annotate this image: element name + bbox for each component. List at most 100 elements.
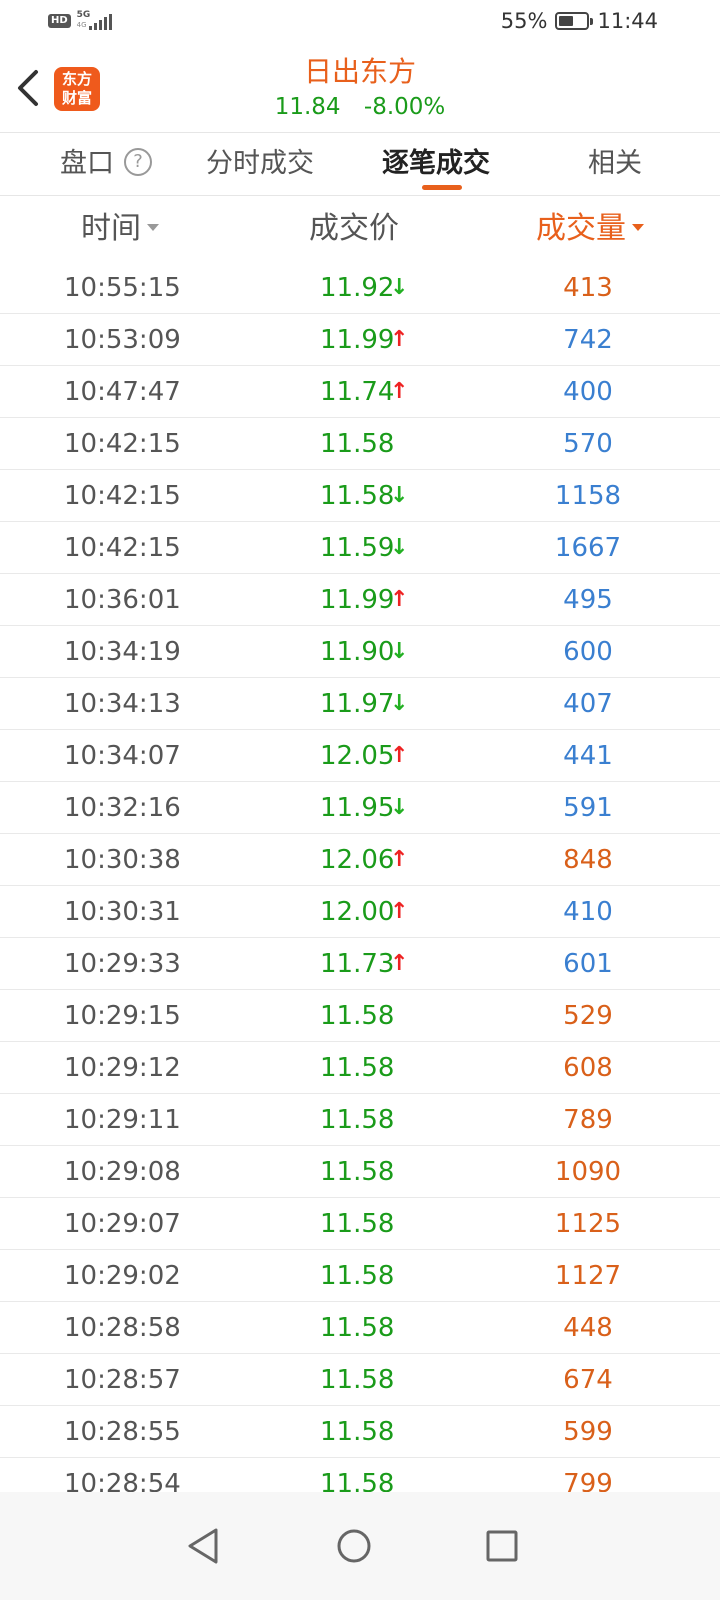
trade-time: 10:47:47	[64, 377, 181, 407]
arrow-down-icon: ↓	[390, 535, 409, 560]
trade-price: 11.58	[320, 418, 394, 470]
trade-volume: 1158	[554, 481, 622, 511]
trade-time: 10:29:12	[64, 1053, 181, 1083]
trade-time: 10:34:19	[64, 637, 181, 667]
trade-price: 11.58	[320, 1146, 394, 1198]
trade-time: 10:28:58	[64, 1313, 181, 1343]
table-row[interactable]: 10:29:12 11.58 608	[0, 1042, 720, 1094]
trade-price-value: 11.58	[320, 1053, 395, 1083]
trade-price: 11.58	[320, 1042, 394, 1094]
trade-price-value: 11.99	[320, 325, 395, 355]
trade-price: 11.58	[320, 1354, 394, 1406]
table-row[interactable]: 10:29:15 11.58 529	[0, 990, 720, 1042]
table-row[interactable]: 10:29:11 11.58 789	[0, 1094, 720, 1146]
table-row[interactable]: 10:29:07 11.58 1125	[0, 1198, 720, 1250]
stock-price: 11.84	[274, 94, 341, 120]
table-row[interactable]: 10:28:58 11.58 448	[0, 1302, 720, 1354]
trade-time: 10:28:55	[64, 1417, 181, 1447]
stock-quote: 11.84 -8.00%	[0, 94, 720, 120]
trade-price-value: 11.58	[320, 1261, 395, 1291]
trade-price-value: 12.05	[320, 741, 395, 771]
nav-home-button[interactable]	[332, 1524, 376, 1568]
table-row[interactable]: 10:42:15 11.59 ↓ 1667	[0, 522, 720, 574]
table-row[interactable]: 10:55:15 11.92 ↓ 413	[0, 262, 720, 314]
clock: 11:44	[597, 9, 658, 33]
table-row[interactable]: 10:32:16 11.95 ↓ 591	[0, 782, 720, 834]
status-left: HD 5G 4G	[48, 10, 112, 32]
trade-volume: 410	[563, 897, 613, 927]
trade-price: 11.58	[320, 1406, 394, 1458]
column-header-time[interactable]: 时间	[40, 196, 200, 262]
help-icon[interactable]: ?	[124, 147, 152, 176]
trade-price: 11.58	[320, 1302, 394, 1354]
battery-icon	[555, 12, 594, 30]
table-row[interactable]: 10:36:01 11.99 ↑ 495	[0, 574, 720, 626]
table-row[interactable]: 10:47:47 11.74 ↑ 400	[0, 366, 720, 418]
table-row[interactable]: 10:53:09 11.99 ↑ 742	[0, 314, 720, 366]
trade-volume: 608	[563, 1053, 613, 1083]
signal-icon	[88, 14, 112, 30]
trade-price: 11.73 ↑	[320, 938, 408, 990]
trade-time: 10:34:13	[64, 689, 181, 719]
table-row[interactable]: 10:34:19 11.90 ↓ 600	[0, 626, 720, 678]
battery-percent: 55%	[500, 9, 548, 33]
nav-recents-button[interactable]	[480, 1524, 524, 1568]
trade-price-value: 12.00	[320, 897, 395, 927]
trade-list[interactable]: 10:55:15 11.92 ↓ 413 10:53:09 11.99 ↑ 742 10:47:…	[0, 262, 720, 1510]
trade-price: 11.58	[320, 990, 394, 1042]
hd-badge: HD	[48, 14, 71, 28]
trade-volume: 448	[563, 1313, 613, 1343]
trade-price: 12.00 ↑	[320, 886, 408, 938]
table-row[interactable]: 10:42:15 11.58 ↓ 1158	[0, 470, 720, 522]
triangle-back-icon	[188, 1528, 218, 1564]
column-header-volume-label: 成交量	[536, 211, 626, 246]
trade-volume: 441	[563, 741, 613, 771]
network-indicator: 5G 4G	[77, 10, 112, 32]
trade-time: 10:30:31	[64, 897, 181, 927]
trade-price-value: 11.58	[320, 1105, 395, 1135]
table-row[interactable]: 10:42:15 11.58 570	[0, 418, 720, 470]
trade-volume: 1090	[554, 1157, 622, 1187]
trade-price: 11.59 ↓	[320, 522, 408, 574]
trade-time: 10:42:15	[64, 481, 181, 511]
column-header-price-label: 成交价	[309, 211, 399, 246]
sort-caret-icon	[147, 224, 159, 231]
trade-volume: 601	[563, 949, 613, 979]
trade-volume: 600	[563, 637, 613, 667]
table-row[interactable]: 10:29:08 11.58 1090	[0, 1146, 720, 1198]
column-header-price: 成交价	[264, 196, 444, 262]
trade-price-value: 11.58	[320, 1209, 395, 1239]
tab-related[interactable]: 相关	[588, 133, 642, 195]
tab-order-book[interactable]: 盘口?	[60, 133, 152, 195]
arrow-down-icon: ↓	[390, 639, 409, 664]
column-header-time-label: 时间	[81, 211, 141, 246]
table-row[interactable]: 10:28:57 11.58 674	[0, 1354, 720, 1406]
nav-back-button[interactable]	[182, 1524, 226, 1568]
table-row[interactable]: 10:30:31 12.00 ↑ 410	[0, 886, 720, 938]
trade-price: 11.99 ↑	[320, 314, 408, 366]
table-row[interactable]: 10:34:07 12.05 ↑ 441	[0, 730, 720, 782]
trade-time: 10:53:09	[64, 325, 181, 355]
table-row[interactable]: 10:28:55 11.58 599	[0, 1406, 720, 1458]
trade-price: 11.95 ↓	[320, 782, 408, 834]
trade-price: 11.58 ↓	[320, 470, 408, 522]
trade-price: 11.58	[320, 1198, 394, 1250]
table-row[interactable]: 10:30:38 12.06 ↑ 848	[0, 834, 720, 886]
table-row[interactable]: 10:34:13 11.97 ↓ 407	[0, 678, 720, 730]
arrow-down-icon: ↓	[390, 275, 409, 300]
table-row[interactable]: 10:29:02 11.58 1127	[0, 1250, 720, 1302]
table-row[interactable]: 10:29:33 11.73 ↑ 601	[0, 938, 720, 990]
trade-price-value: 11.90	[320, 637, 395, 667]
active-tab-indicator	[422, 185, 462, 190]
trade-price-value: 11.99	[320, 585, 395, 615]
tab-time-share-trades[interactable]: 分时成交	[206, 133, 314, 195]
sort-caret-icon	[632, 224, 644, 231]
trade-price-value: 11.97	[320, 689, 395, 719]
trade-volume: 1667	[554, 533, 622, 563]
trade-time: 10:30:38	[64, 845, 181, 875]
trade-volume: 742	[563, 325, 613, 355]
trade-time: 10:34:07	[64, 741, 181, 771]
trade-price: 11.58	[320, 1250, 394, 1302]
column-header-volume[interactable]: 成交量	[510, 196, 670, 262]
trade-volume: 789	[563, 1105, 613, 1135]
